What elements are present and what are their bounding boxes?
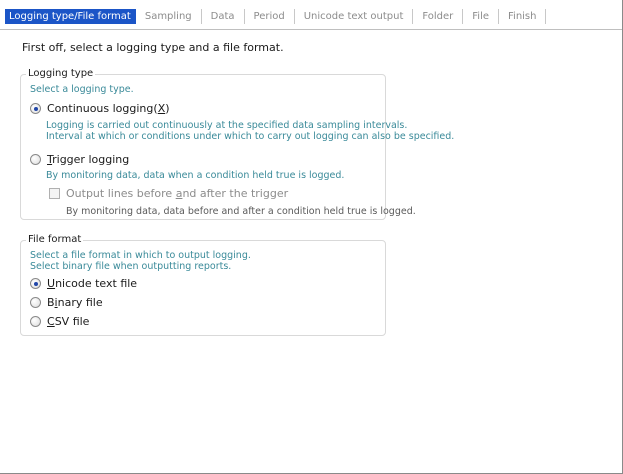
- unicode-text-file-radio[interactable]: Unicode text file: [30, 277, 137, 290]
- output-lines-desc: By monitoring data, data before and afte…: [66, 206, 416, 217]
- trigger-logging-radio[interactable]: Trigger logging: [30, 153, 129, 166]
- tab-period[interactable]: Period: [245, 8, 295, 24]
- logging-type-group: Logging type Select a logging type. Cont…: [20, 68, 454, 220]
- tab-logging-type-file-format[interactable]: Logging type/File format: [5, 8, 136, 24]
- binary-file-radio[interactable]: Binary file: [30, 296, 103, 309]
- output-lines-label: Output lines before and after the trigge…: [66, 187, 289, 200]
- trigger-logging-desc: By monitoring data, data when a conditio…: [46, 170, 345, 181]
- file-format-group: File format Select a file format in whic…: [20, 234, 386, 336]
- logging-type-hint: Select a logging type.: [30, 84, 134, 95]
- continuous-logging-label: Continuous logging(X): [47, 102, 170, 115]
- tab-strip: Logging type/File format Sampling Data P…: [5, 6, 547, 26]
- wizard-window: Logging type/File format Sampling Data P…: [0, 0, 623, 474]
- radio-button-icon[interactable]: [30, 278, 41, 289]
- radio-button-icon[interactable]: [30, 297, 41, 308]
- file-format-hint-1: Select a file format in which to output …: [30, 250, 251, 261]
- radio-button-icon[interactable]: [30, 154, 41, 165]
- intro-text: First off, select a logging type and a f…: [22, 41, 284, 54]
- checkbox-icon[interactable]: [49, 188, 60, 199]
- radio-button-icon[interactable]: [30, 103, 41, 114]
- trigger-logging-label: Trigger logging: [47, 153, 130, 166]
- tab-folder[interactable]: Folder: [413, 8, 464, 24]
- csv-file-radio[interactable]: CSV file: [30, 315, 89, 328]
- continuous-logging-desc-1: Logging is carried out continuously at t…: [46, 120, 408, 131]
- tab-unicode-text-output[interactable]: Unicode text output: [295, 8, 414, 24]
- tab-file[interactable]: File: [463, 8, 500, 24]
- csv-file-label: CSV file: [47, 315, 90, 328]
- tab-divider: [0, 29, 622, 30]
- logging-type-title: Logging type: [26, 68, 96, 79]
- file-format-hint-2: Select binary file when outputting repor…: [30, 261, 232, 272]
- tab-sampling[interactable]: Sampling: [136, 8, 202, 24]
- unicode-text-file-label: Unicode text file: [47, 277, 138, 290]
- continuous-logging-desc-2: Interval at which or conditions under wh…: [46, 131, 455, 142]
- binary-file-label: Binary file: [47, 296, 103, 309]
- continuous-logging-radio[interactable]: Continuous logging(X): [30, 102, 170, 115]
- tab-finish[interactable]: Finish: [499, 8, 547, 24]
- radio-button-icon[interactable]: [30, 316, 41, 327]
- output-lines-checkbox[interactable]: Output lines before and after the trigge…: [49, 187, 288, 200]
- tab-data[interactable]: Data: [202, 8, 245, 24]
- file-format-title: File format: [26, 234, 84, 245]
